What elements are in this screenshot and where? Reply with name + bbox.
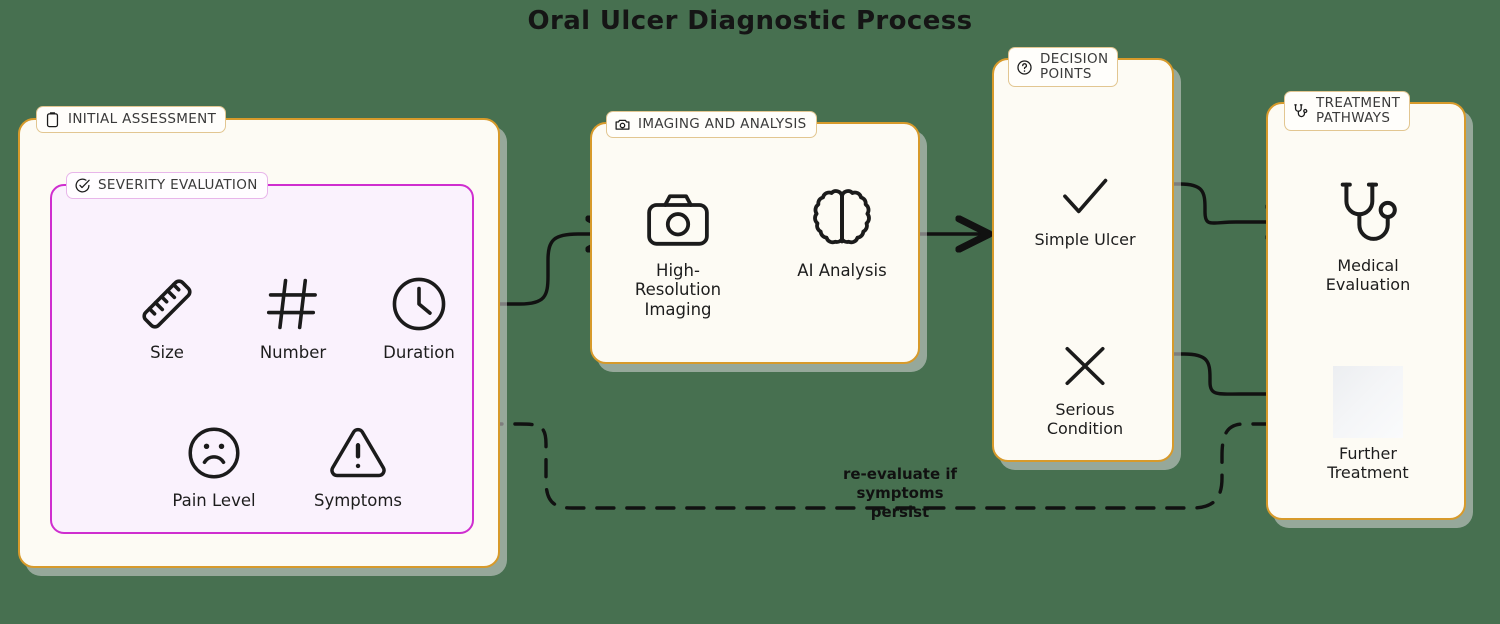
feedback-loop-label: re-evaluate if symptoms persist	[842, 465, 958, 521]
node-medical-evaluation[interactable]: Medical Evaluation	[1298, 176, 1438, 295]
badge-severity-evaluation: SEVERITY EVALUATION	[66, 172, 268, 199]
node-symptoms[interactable]: Symptoms	[296, 422, 420, 510]
node-simple-ulcer[interactable]: Simple Ulcer	[1015, 168, 1155, 250]
stethoscope-icon	[1340, 182, 1397, 241]
badge-initial-assessment: INITIAL ASSESSMENT	[36, 106, 227, 133]
node-medical-evaluation-label: Medical Evaluation	[1325, 256, 1411, 294]
node-number[interactable]: Number	[238, 272, 348, 362]
camera-icon	[615, 119, 630, 130]
brain-icon	[813, 189, 871, 245]
check-circle-icon	[75, 178, 90, 193]
diagram-canvas: Oral Ulcer Diagnostic Process INITIAL AS…	[0, 0, 1500, 624]
panel-treatment-pathways[interactable]: TREATMENT PATHWAYS Medical Evaluation Fu…	[1266, 91, 1466, 520]
badge-severity-evaluation-label: SEVERITY EVALUATION	[98, 176, 258, 193]
node-serious-condition-label: Serious Condition	[1046, 400, 1124, 438]
warning-triangle-icon	[330, 427, 386, 478]
node-serious-condition[interactable]: Serious Condition	[1015, 338, 1155, 439]
node-further-treatment-label: Further Treatment	[1327, 444, 1409, 482]
badge-treatment-pathways: TREATMENT PATHWAYS	[1284, 91, 1411, 132]
panel-severity-evaluation[interactable]: SEVERITY EVALUATION Size Number Duration…	[50, 172, 474, 534]
clipboard-icon	[46, 112, 59, 128]
node-ai-analysis[interactable]: AI Analysis	[778, 184, 906, 280]
node-ai-analysis-label: AI Analysis	[797, 261, 887, 280]
hash-icon	[266, 278, 317, 330]
node-pain-level-label: Pain Level	[172, 491, 256, 510]
badge-initial-assessment-label: INITIAL ASSESSMENT	[68, 110, 217, 127]
node-further-treatment[interactable]: Further Treatment	[1298, 366, 1438, 483]
camera-icon	[647, 194, 709, 246]
node-high-resolution-imaging-label: High- Resolution Imaging	[634, 261, 722, 319]
panel-initial-assessment[interactable]: INITIAL ASSESSMENT SEVERITY EVALUATION S…	[18, 106, 500, 568]
node-duration-label: Duration	[383, 343, 455, 362]
stethoscope-icon	[1294, 103, 1308, 117]
node-simple-ulcer-label: Simple Ulcer	[1034, 230, 1136, 249]
page-title: Oral Ulcer Diagnostic Process	[527, 6, 973, 36]
badge-imaging-and-analysis: IMAGING AND ANALYSIS	[606, 111, 817, 138]
node-symptoms-label: Symptoms	[313, 491, 403, 510]
node-size-label: Size	[150, 343, 184, 362]
check-icon	[1063, 178, 1108, 214]
panel-decision-points[interactable]: DECISION POINTS Simple Ulcer Serious Con…	[992, 47, 1174, 462]
node-pain-level[interactable]: Pain Level	[152, 422, 276, 510]
missing-image-placeholder-icon	[1333, 366, 1403, 438]
badge-decision-points-label: DECISION POINTS	[1040, 51, 1109, 83]
panel-imaging-and-analysis[interactable]: IMAGING AND ANALYSIS High- Resolution Im…	[590, 111, 920, 364]
badge-decision-points: DECISION POINTS	[1008, 47, 1119, 88]
node-high-resolution-imaging[interactable]: High- Resolution Imaging	[614, 184, 742, 319]
cross-icon	[1065, 346, 1105, 386]
question-circle-icon	[1017, 59, 1032, 75]
clock-icon	[392, 277, 446, 331]
ruler-icon	[142, 279, 192, 329]
badge-imaging-and-analysis-label: IMAGING AND ANALYSIS	[638, 115, 807, 132]
node-duration[interactable]: Duration	[364, 272, 474, 362]
badge-treatment-pathways-label: TREATMENT PATHWAYS	[1316, 95, 1401, 127]
node-number-label: Number	[259, 343, 327, 362]
node-size[interactable]: Size	[112, 272, 222, 362]
sad-face-icon	[188, 427, 240, 479]
